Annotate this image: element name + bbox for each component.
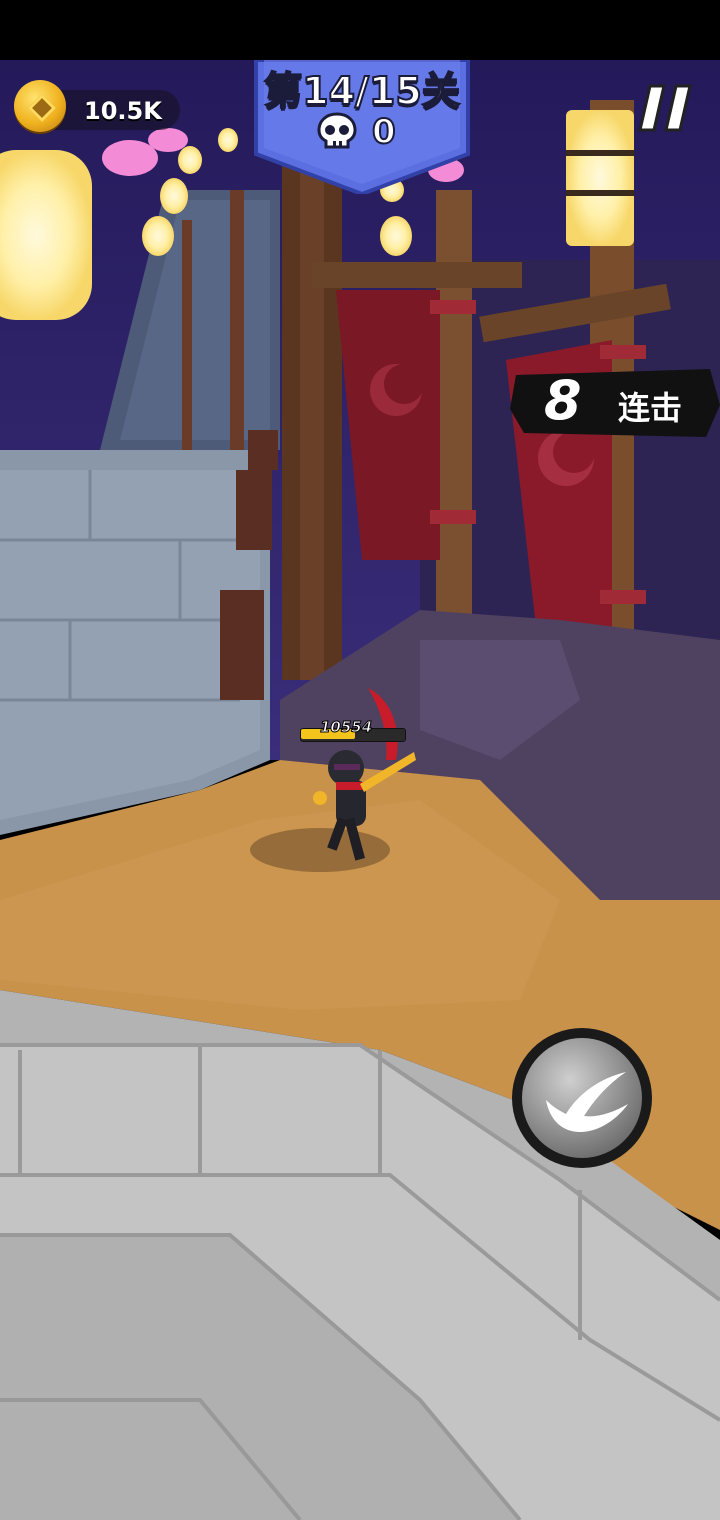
level-banner: 第14/15关 0 [252, 60, 472, 194]
combo-brush-stroke [510, 369, 720, 437]
lantern [0, 150, 92, 320]
combo-label: 连击 [618, 389, 683, 427]
lantern [218, 128, 238, 152]
coin-counter: 10.5K [14, 80, 180, 132]
lantern [178, 146, 202, 174]
status-bar [0, 0, 720, 60]
slash-attack-icon [512, 1028, 652, 1168]
lantern [566, 110, 634, 246]
lantern [380, 216, 412, 256]
kill-counter: 0 [312, 111, 422, 154]
pause-button[interactable] [636, 82, 694, 134]
coin-amount: 10.5K [84, 97, 162, 125]
character-shadow [250, 828, 390, 872]
player-health-bar: 10554 [300, 718, 406, 744]
lantern [142, 216, 174, 256]
game-scene [0, 60, 720, 1520]
game-screen: 10.5K 第14/15关 0 8 连击 10554 [0, 0, 720, 1520]
kill-count: 0 [371, 111, 397, 153]
lantern [160, 178, 188, 214]
combo-indicator: 8 连击 [510, 365, 720, 441]
coin-icon [14, 80, 66, 132]
health-value: 10554 [319, 718, 373, 737]
pause-icon [638, 84, 692, 132]
skull-icon [317, 112, 357, 149]
attack-button[interactable] [510, 1026, 654, 1170]
level-label: 第14/15关 [263, 68, 461, 114]
combo-count: 8 [544, 369, 582, 432]
